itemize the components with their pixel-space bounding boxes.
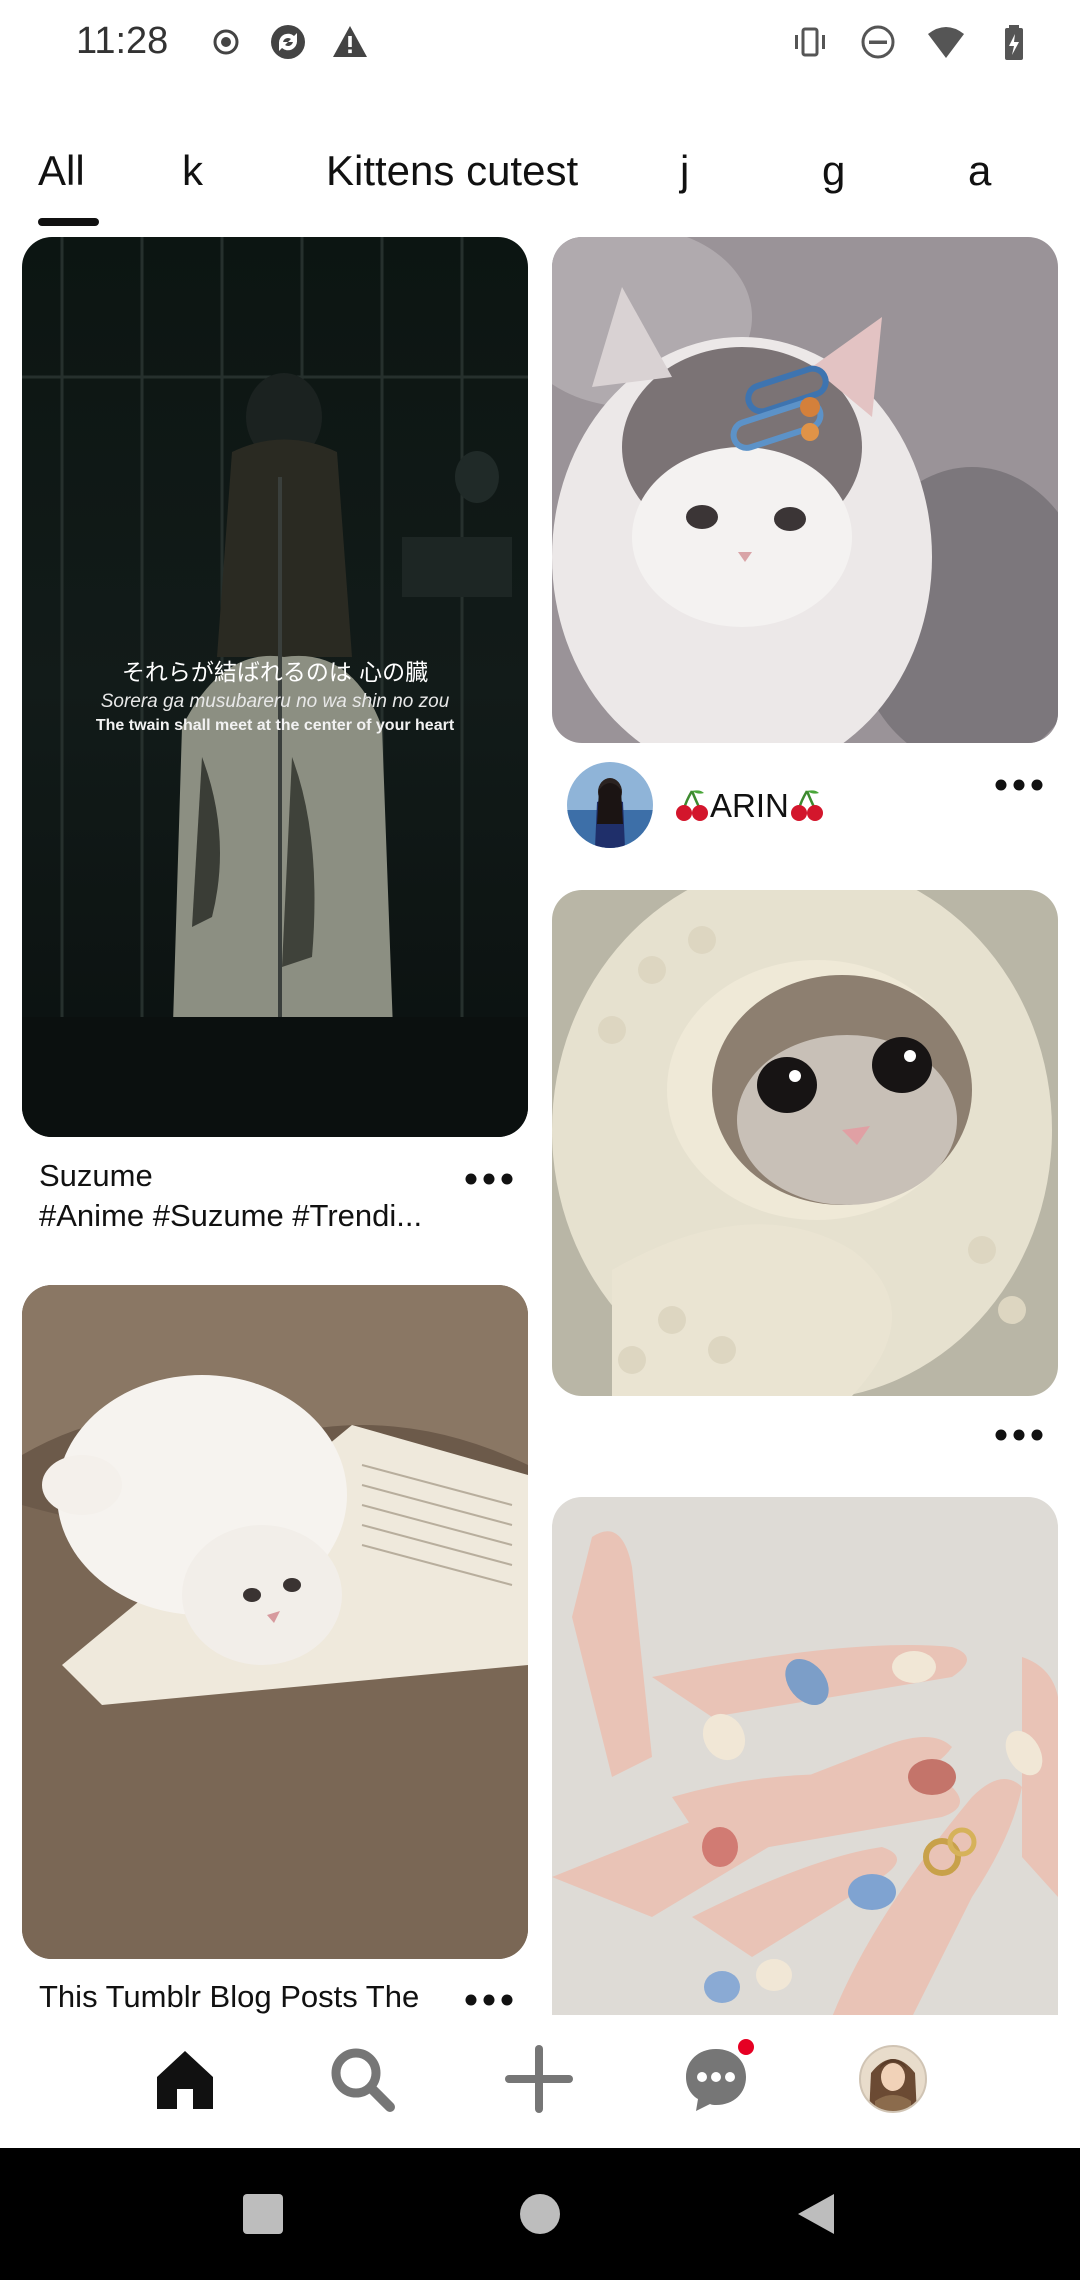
kitten-hairclip-image: [552, 237, 1058, 743]
kitten-blanket-image: [552, 890, 1058, 1396]
nav-create[interactable]: [499, 2039, 579, 2119]
more-icon: [995, 1429, 1043, 1441]
pin-image-kitten-blanket[interactable]: [552, 890, 1058, 1396]
plus-icon: [505, 2045, 573, 2113]
wifi-icon: [928, 27, 964, 58]
pin-image-kitten-hairclip[interactable]: [552, 237, 1058, 743]
more-options-button[interactable]: [993, 770, 1045, 800]
record-icon: [213, 29, 239, 55]
sync-icon: [271, 25, 305, 59]
alert-icon: [333, 26, 367, 57]
tab-kittens-cutest[interactable]: Kittens cutest: [326, 140, 578, 202]
profile-avatar: [859, 2045, 927, 2113]
nav-search[interactable]: [322, 2039, 402, 2119]
status-time: 11:28: [76, 20, 169, 62]
tab-a[interactable]: a: [968, 140, 991, 202]
cherry-icon: [790, 790, 823, 821]
more-options-button[interactable]: [463, 1164, 515, 1194]
nav-home[interactable]: [145, 2039, 225, 2119]
status-right-icons: [790, 22, 1034, 62]
do-not-disturb-icon: [861, 25, 895, 59]
tab-k[interactable]: k: [182, 140, 203, 202]
more-icon: [465, 1994, 513, 2006]
pin-image-suzume[interactable]: それらが結ばれるのは 心の臓 Sorera ga musubareru no w…: [22, 237, 528, 1137]
suzume-caption: それらが結ばれるのは 心の臓 Sorera ga musubareru no w…: [62, 657, 488, 737]
circle-icon: [520, 2194, 560, 2234]
battery-icon: [1005, 25, 1023, 60]
home-system-button[interactable]: [510, 2184, 570, 2244]
nav-messages[interactable]: [676, 2039, 756, 2119]
board-tabs: All k Kittens cutest j g a: [0, 140, 1080, 226]
status-bar: 11:28: [0, 0, 1080, 90]
more-icon: [465, 1173, 513, 1185]
caption-english: The twain shall meet at the center of yo…: [95, 717, 455, 734]
creator-name-text: ARIN: [710, 787, 789, 824]
pin-image-nails[interactable]: [552, 1497, 1058, 2017]
tab-all[interactable]: All: [38, 140, 99, 226]
back-button[interactable]: [786, 2184, 846, 2244]
bottom-navigation: [0, 2015, 1080, 2145]
pin-title-suzume-line2: #Anime #Suzume #Trendi...: [39, 1198, 423, 1233]
vibrate-icon: [795, 27, 825, 57]
creator-avatar[interactable]: [567, 762, 653, 848]
white-cat-book-image: [22, 1285, 528, 1959]
notification-dot: [738, 2039, 754, 2055]
nails-image: [552, 1497, 1058, 2017]
creator-avatar-image: [567, 762, 653, 848]
pin-title-suzume-line1: Suzume: [39, 1158, 153, 1193]
tab-j[interactable]: j: [680, 140, 689, 202]
system-navigation-bar: [0, 2148, 1080, 2280]
more-icon: [995, 779, 1043, 791]
pin-image-white-cat-book[interactable]: [22, 1285, 528, 1959]
cherry-icon: [676, 790, 708, 821]
caption-romaji: Sorera ga musubareru no wa shin no zou: [100, 691, 450, 712]
more-options-button[interactable]: [993, 1420, 1045, 1450]
search-icon: [331, 2048, 395, 2112]
nav-profile[interactable]: [853, 2039, 933, 2119]
home-icon: [157, 2051, 213, 2109]
pin-title-tumblr: This Tumblr Blog Posts The: [39, 1979, 420, 2014]
tab-g[interactable]: g: [822, 140, 845, 202]
square-icon: [243, 2194, 283, 2234]
back-triangle-icon: [798, 2194, 834, 2234]
status-left-icons: [206, 22, 370, 62]
more-options-button[interactable]: [463, 1985, 515, 2015]
creator-name[interactable]: ARIN: [674, 786, 825, 826]
recent-apps-button[interactable]: [233, 2184, 293, 2244]
caption-japanese: それらが結ばれるのは 心の臓: [121, 660, 429, 686]
